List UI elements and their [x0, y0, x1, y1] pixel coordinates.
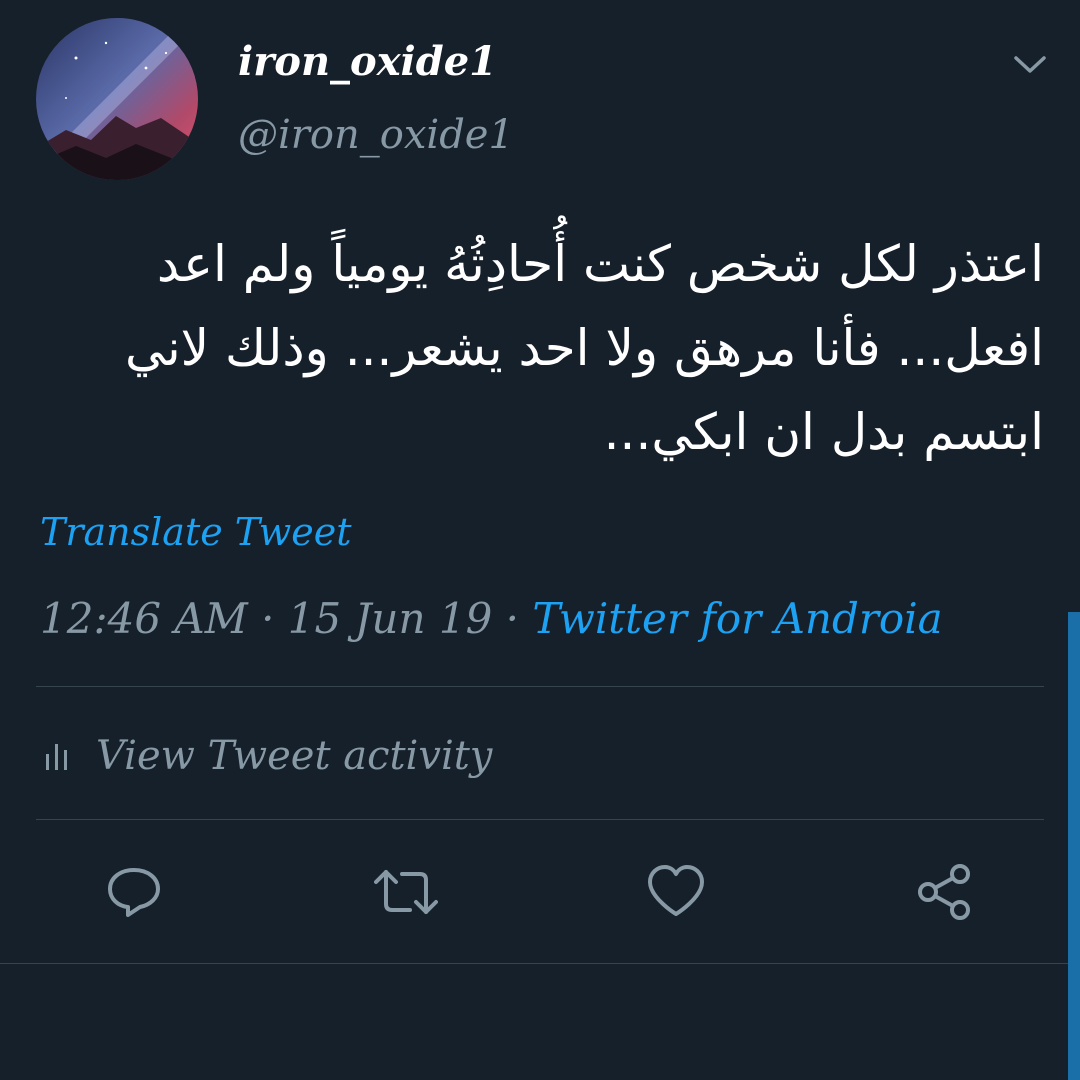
tweet-source-link[interactable]: Twitter for Androia	[532, 594, 942, 643]
translate-tweet-link[interactable]: Translate Tweet	[40, 510, 352, 554]
reply-button[interactable]	[104, 862, 164, 922]
divider	[36, 819, 1044, 820]
galaxy-mountain-avatar-icon	[36, 18, 198, 180]
display-name[interactable]: iron_oxide1	[238, 38, 497, 85]
avatar[interactable]	[36, 18, 198, 180]
user-handle[interactable]: @iron_oxide1	[238, 112, 514, 158]
share-icon	[918, 864, 970, 920]
divider	[0, 963, 1080, 964]
chevron-down-icon[interactable]	[1012, 50, 1048, 78]
retweet-button[interactable]	[374, 862, 438, 922]
tweet-time: 12:46 AM	[40, 594, 248, 643]
heart-icon	[648, 865, 704, 916]
reply-icon	[108, 868, 160, 917]
share-button[interactable]	[914, 862, 974, 922]
tweet-meta: 12:46 AM · 15 Jun 19 · Twitter for Andro…	[40, 594, 943, 643]
tweet-text: اعتذر لكل شخص كنت أُحادِثُهُ يومياً ولم …	[125, 235, 1044, 461]
retweet-icon	[374, 870, 438, 914]
divider	[36, 686, 1044, 687]
meta-separator: ·	[247, 594, 288, 643]
like-button[interactable]	[646, 862, 706, 922]
view-tweet-activity-button[interactable]: View Tweet activity	[44, 726, 492, 786]
tweet-date: 15 Jun 19	[287, 594, 493, 643]
scrollbar[interactable]	[1068, 612, 1080, 1080]
bar-chart-icon	[46, 744, 67, 770]
view-tweet-activity-label: View Tweet activity	[96, 733, 493, 779]
meta-separator: ·	[492, 594, 533, 643]
